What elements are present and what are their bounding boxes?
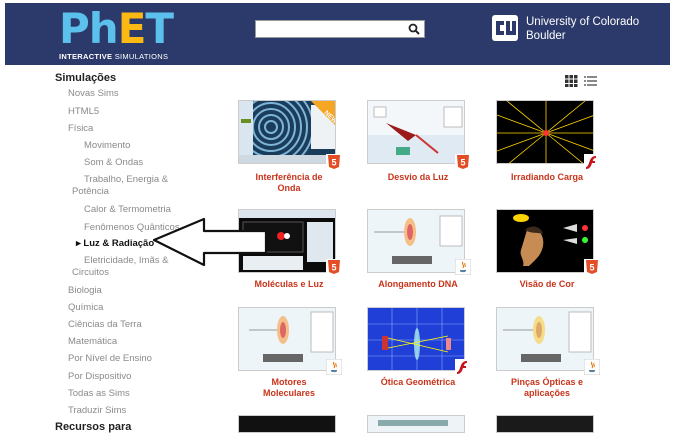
search-input[interactable]	[255, 20, 425, 38]
sim-thumbnail[interactable]	[367, 307, 465, 371]
sim-title[interactable]: Pinças Ópticas e aplicações	[488, 377, 606, 399]
pointer-arrow-icon	[152, 217, 268, 267]
sim-title[interactable]: Irradiando Carga	[488, 172, 606, 183]
sim-thumbnail-row4-2[interactable]	[367, 415, 465, 433]
site-header: PhET INTERACTIVE SIMULATIONS University …	[5, 3, 670, 65]
new-ribbon: NEW!	[311, 101, 335, 127]
sim-thumbnail[interactable]	[367, 100, 465, 164]
svg-text:5: 5	[331, 158, 336, 168]
sidebar-item-dispositivo[interactable]: Por Dispositivo	[68, 371, 131, 382]
logo-sub-light: SIMULATIONS	[112, 52, 169, 61]
sim-title[interactable]: Ótica Geométrica	[359, 377, 477, 388]
html5-icon: 5	[584, 259, 600, 275]
university-line2: Boulder	[526, 30, 566, 42]
view-toggle	[565, 75, 597, 87]
sidebar-item-trabalho-energia[interactable]: Trabalho, Energia &	[84, 174, 168, 185]
university-line1: University of Colorado	[526, 16, 640, 28]
sim-title[interactable]: Alongamento DNA	[359, 279, 477, 290]
sidebar-item-som-ondas[interactable]: Som & Ondas	[84, 157, 143, 168]
java-icon	[326, 359, 342, 375]
sidebar-item-todas-sims[interactable]: Todas as Sims	[68, 388, 130, 399]
logo-text-ph: Ph	[59, 4, 119, 53]
sidebar-item-nivel-ensino[interactable]: Por Nível de Ensino	[68, 353, 152, 364]
logo-sub-bold: INTERACTIVE	[59, 52, 113, 61]
sidebar-item-novas-sims[interactable]: Novas Sims	[68, 88, 119, 99]
sim-thumbnail[interactable]	[496, 209, 594, 273]
sidebar-item-luz-radiacao[interactable]: ▸ Luz & Radiação	[76, 238, 154, 249]
phet-logo[interactable]: PhET INTERACTIVE SIMULATIONS	[59, 4, 189, 62]
sidebar-item-traduzir-sims[interactable]: Traduzir Sims	[68, 405, 126, 416]
svg-text:5: 5	[460, 158, 465, 168]
sim-thumbnail[interactable]: NEW!	[238, 100, 336, 164]
sidebar-item-html5[interactable]: HTML5	[68, 106, 99, 117]
university-name[interactable]: University of Colorado Boulder	[526, 15, 639, 43]
sidebar-item-potencia[interactable]: Potência	[72, 186, 109, 197]
sim-thumbnail-row4-3[interactable]	[496, 415, 594, 433]
sidebar-heading[interactable]: Simulações	[55, 72, 116, 84]
sim-thumbnail[interactable]	[367, 209, 465, 273]
sidebar-item-matematica[interactable]: Matemática	[68, 336, 117, 347]
java-icon	[584, 359, 600, 375]
sim-title[interactable]: Interferência de Onda	[230, 172, 348, 194]
sim-thumbnail[interactable]	[238, 307, 336, 371]
svg-text:5: 5	[589, 263, 594, 273]
flash-icon	[584, 154, 600, 170]
sim-thumbnail-row4-1[interactable]	[238, 415, 336, 433]
logo-text-e: E	[117, 4, 147, 53]
sim-title[interactable]: Desvio da Luz	[359, 172, 477, 183]
logo-text-t: T	[145, 4, 174, 53]
sidebar-heading-recursos[interactable]: Recursos para	[55, 421, 131, 433]
sim-thumbnail[interactable]	[496, 307, 594, 371]
sidebar-item-movimento[interactable]: Movimento	[84, 140, 130, 151]
sidebar-item-quimica[interactable]: Química	[68, 302, 103, 313]
cu-logo-icon[interactable]	[491, 13, 519, 43]
java-icon	[455, 259, 471, 275]
sidebar-item-biologia[interactable]: Biologia	[68, 285, 102, 296]
sim-title[interactable]: Visão de Cor	[488, 279, 606, 290]
flash-icon	[455, 359, 471, 375]
sim-title[interactable]: Moléculas e Luz	[230, 279, 348, 290]
sidebar-item-calor[interactable]: Calor & Termometria	[84, 204, 171, 215]
html5-icon: 5	[326, 259, 342, 275]
grid-view-icon[interactable]	[565, 75, 578, 87]
sidebar-item-circuitos[interactable]: Circuitos	[72, 267, 109, 278]
sim-title[interactable]: Motores Moleculares	[230, 377, 348, 399]
svg-text:5: 5	[331, 263, 336, 273]
search-icon[interactable]	[408, 23, 420, 35]
sidebar-item-ciencias-terra[interactable]: Ciências da Terra	[68, 319, 142, 330]
html5-icon: 5	[455, 154, 471, 170]
sidebar-item-fisica[interactable]: Física	[68, 123, 93, 134]
html5-icon: 5	[326, 154, 342, 170]
list-view-icon[interactable]	[584, 76, 597, 86]
sim-thumbnail[interactable]	[496, 100, 594, 164]
